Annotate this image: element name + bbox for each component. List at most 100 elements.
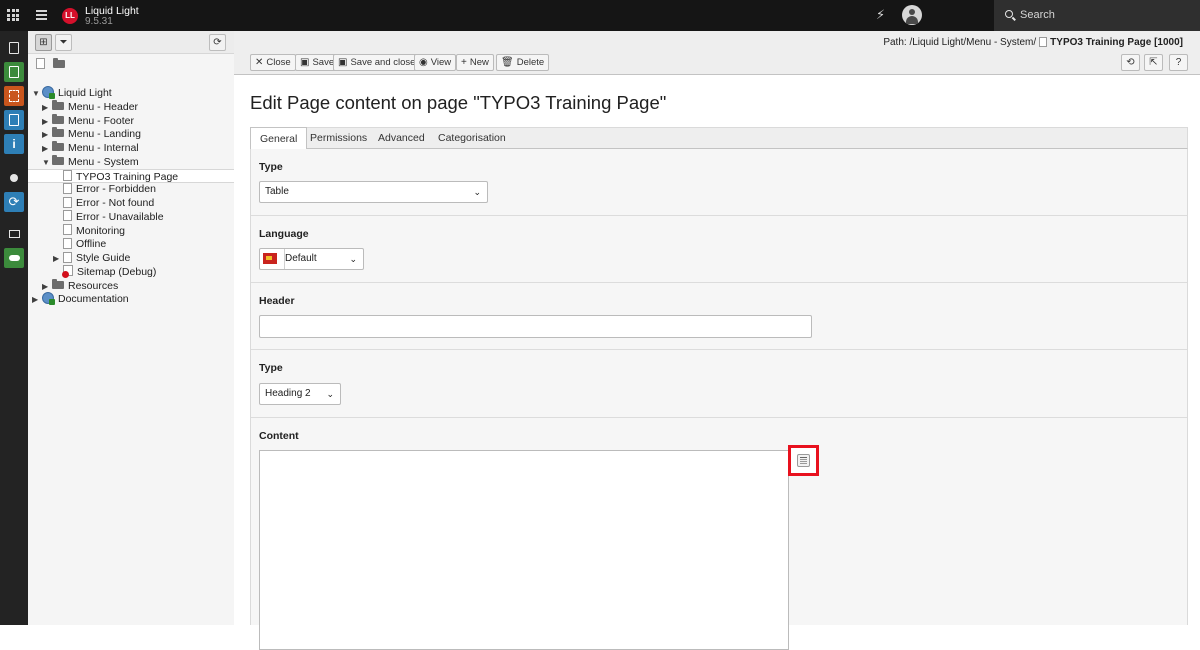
breadcrumb-page: TYPO3 Training Page [1000] (1050, 37, 1183, 48)
page-icon (1039, 37, 1048, 48)
refresh-tree-icon[interactable]: ⟳ (209, 34, 226, 51)
page-module-icon[interactable] (4, 38, 24, 58)
save-close-button-label: Save and close (350, 57, 416, 68)
info-module-icon[interactable]: i (4, 134, 24, 154)
chevron-down-icon: ⌄ (349, 254, 357, 264)
expand-icon[interactable]: ▶ (32, 293, 42, 307)
page-icon (63, 182, 72, 194)
sites-module-icon[interactable] (4, 168, 24, 188)
language-section: Language Default ⌄ (251, 216, 1187, 283)
folder-icon (52, 278, 64, 289)
doktype-folder-icon[interactable] (53, 58, 65, 69)
view-button-label: View (430, 57, 452, 68)
header-input[interactable] (259, 315, 812, 338)
tree-node[interactable]: Offline (53, 237, 106, 251)
header-type-value: Heading 2 (265, 388, 311, 399)
ctype-section: Type Table ⌄ (251, 149, 1187, 216)
new-button-label: New (469, 57, 489, 68)
search-field[interactable]: Search (994, 0, 1200, 31)
new-button[interactable]: + New (456, 54, 494, 71)
save-close-button[interactable]: ▣ Save and close (333, 54, 421, 71)
refresh-module-icon[interactable]: ⟳ (4, 192, 24, 212)
cloud-module-icon[interactable] (4, 248, 24, 268)
tree-node[interactable]: ▶ Menu - Footer (42, 113, 134, 128)
list-module-icon[interactable] (4, 86, 24, 106)
folder-icon (52, 141, 64, 152)
content-textarea[interactable] (259, 450, 789, 650)
tree-node[interactable]: ▶ Style Guide (53, 251, 130, 265)
filter-icon[interactable]: ⏷ (55, 34, 72, 51)
tab-permissions[interactable]: Permissions (301, 127, 376, 150)
save-close-icon: ▣ (338, 57, 348, 68)
folder-icon (52, 154, 64, 165)
tree-node[interactable]: Sitemap (Debug) (53, 265, 156, 279)
tree-node[interactable]: ▶ Menu - Internal (42, 141, 139, 155)
tree-node-label: Menu - Header (68, 100, 139, 113)
tab-categorisation[interactable]: Categorisation (429, 127, 515, 150)
tree-node-label: Style Guide (76, 252, 131, 264)
tree-node-label: Documentation (58, 293, 129, 306)
module-menu: i ⟳ (0, 31, 28, 625)
ctype-select[interactable]: Table ⌄ (259, 181, 488, 203)
tree-node[interactable]: ▶ Resources (42, 278, 118, 293)
header-type-select[interactable]: Heading 2 ⌄ (259, 383, 341, 405)
collapse-icon[interactable]: ▼ (32, 87, 42, 101)
external-link-icon: ⇱ (1149, 57, 1158, 68)
tab-advanced[interactable]: Advanced (369, 127, 434, 150)
pagetree-toggle-icon[interactable] (36, 10, 47, 20)
tree-toolbar: ⊞ ⏷ ⟳ (28, 31, 234, 54)
help-button[interactable]: ? (1169, 54, 1188, 71)
table-wizard-button[interactable] (788, 445, 819, 476)
search-label: Search (1020, 9, 1055, 21)
tree-node-label: Menu - Landing (68, 128, 141, 141)
new-page-drag-icon[interactable]: ⊞ (35, 34, 52, 51)
tree-node-label: Menu - System (68, 155, 139, 168)
breadcrumb: Path: /Liquid Light/Menu - System/TYPO3 … (883, 37, 1183, 48)
tree-node[interactable]: Error - Unavailable (53, 210, 164, 224)
content-section: Content (251, 418, 1187, 650)
page-icon (63, 251, 72, 263)
eye-icon: ◉ (419, 57, 428, 68)
open-new-window-button[interactable]: ⇱ (1144, 54, 1163, 71)
tree-node[interactable]: Error - Not found (53, 196, 154, 210)
tree-node[interactable]: ▶ Menu - Header (42, 99, 139, 114)
tree-node[interactable]: ▼ Menu - System (42, 154, 139, 169)
view-button[interactable]: ◉ View (414, 54, 457, 71)
content-label: Content (259, 430, 299, 442)
history-button[interactable]: ⟲ (1121, 54, 1140, 71)
form-module-icon[interactable] (4, 110, 24, 130)
tree-node[interactable]: ▶ Menu - Landing (42, 127, 141, 141)
site-version: 9.5.31 (85, 16, 113, 27)
tree-node[interactable]: Monitoring (53, 224, 125, 238)
ctype-value: Table (265, 186, 289, 197)
modules-grid-icon[interactable] (7, 9, 19, 21)
tree-node[interactable]: TYPO3 Training Page (28, 168, 234, 183)
doktype-page-icon[interactable] (36, 58, 45, 70)
folder-icon (52, 127, 64, 138)
tree-node[interactable]: ▼ Liquid Light (32, 86, 112, 100)
tree-node-label: Menu - Footer (68, 114, 134, 127)
tree-node-label: Offline (76, 238, 107, 251)
tree-node-label: TYPO3 Training Page (76, 170, 179, 183)
close-button[interactable]: ✕ Close (250, 54, 296, 71)
tree-node[interactable]: ▶ Documentation (32, 292, 129, 306)
page-icon (63, 210, 72, 222)
view-module-icon[interactable] (4, 62, 24, 82)
tab-bar: General Permissions Advanced Categorisat… (250, 127, 1188, 151)
filelist-module-icon[interactable] (4, 224, 24, 244)
tree-node[interactable]: Error - Forbidden (53, 182, 156, 196)
save-button-label: Save (312, 57, 335, 68)
delete-button[interactable]: 🗑 Delete (496, 54, 550, 71)
user-avatar[interactable] (902, 5, 922, 25)
edit-form: Edit Page content on page "TYPO3 Trainin… (234, 75, 1200, 650)
delete-button-label: Delete (516, 57, 545, 68)
close-button-label: Close (266, 57, 291, 68)
form-body: Type Table ⌄ Language Default ⌄ Header T… (250, 149, 1188, 650)
ctype-label: Type (259, 161, 283, 173)
language-select[interactable]: Default ⌄ (259, 248, 364, 270)
site-logo[interactable]: LL (62, 8, 78, 24)
flash-icon[interactable]: ⚡ (876, 7, 885, 23)
globe-icon (42, 292, 55, 306)
page-icon (63, 170, 72, 182)
tab-general[interactable]: General (250, 127, 308, 151)
